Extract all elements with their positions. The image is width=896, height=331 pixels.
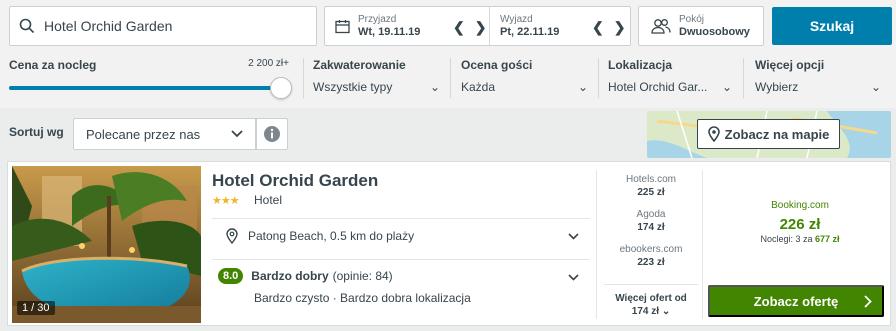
more-options-filter[interactable]: Więcej opcji Wybierz ⌄ [755,58,881,94]
offer-provider: Agoda [636,209,666,220]
best-offer-price: 226 zł [779,216,821,233]
hotel-photo-image [12,166,201,323]
best-offer[interactable]: Booking.com 226 zł Noclegi: 3 za 677 zł [708,200,892,244]
chevron-right-icon [864,295,872,311]
filter-divider [743,58,744,98]
offer-price: 225 zł [637,187,665,198]
hotel-photo[interactable]: 1 / 30 [12,166,201,323]
info-icon [263,125,281,143]
rating-filter-value: Każda [461,80,496,94]
chevron-down-icon: ⌄ [577,80,588,94]
checkin-value: Wt, 19.11.19 [358,25,421,38]
price-filter-label: Cena za nocleg [9,58,97,72]
checkin-field[interactable]: Przyjazd Wt, 19.11.19 ❮❯ [325,7,490,45]
rooms-value: Dwuosobowy [679,25,750,38]
rating-filter[interactable]: Ocena gości Każda ⌄ [461,58,588,94]
search-header: Hotel Orchid Garden Przyjazd Wt, 19.11.1… [0,0,896,108]
offer-row[interactable]: Hotels.com 225 zł [600,174,702,198]
sort-value: Polecane przez nas [86,126,201,142]
destination-value: Hotel Orchid Garden [44,18,173,34]
view-deal-button[interactable]: Zobacz ofertę [708,285,884,317]
chevron-down-icon: ⌄ [429,80,440,94]
checkout-field[interactable]: Wyjazd Pt, 22.11.19 ❮❯ [490,7,630,45]
prev-day-icon[interactable]: ❮ [592,19,614,35]
rooms-label: Pokój [679,13,705,25]
nights-total: 677 zł [815,234,840,244]
chevron-down-icon[interactable] [568,272,579,284]
more-options-value: Wybierz [755,80,799,94]
location-pin-icon [226,228,238,244]
hotel-location: Patong Beach, 0.5 km do plaży [248,229,415,243]
guests-icon [651,18,671,34]
view-map-button[interactable]: Zobacz na mapie [697,119,840,149]
rooms-field[interactable]: Pokój Dwuosobowy [638,6,764,46]
sort-label: Sortuj wg [9,125,64,139]
more-offers-button[interactable]: Więcej ofert od 174 zł ⌄ [600,292,702,318]
chevron-down-icon [231,130,243,138]
chevron-down-icon: ⌄ [870,80,881,94]
location-filter-value: Hotel Orchid Gar... [608,80,708,94]
search-button[interactable]: Szukaj [772,7,892,45]
offer-row[interactable]: ebookers.com 223 zł [600,244,702,268]
nights-label: Noclegi: 3 za [760,234,813,244]
filter-divider [450,58,451,98]
price-slider-handle[interactable] [270,77,292,99]
offer-row[interactable]: Agoda 174 zł [600,209,702,233]
more-options-label: Więcej opcji [755,58,825,72]
accommodation-value: Wszystkie typy [313,80,393,94]
filter-divider [598,58,599,98]
checkout-stepper[interactable]: ❮❯ [592,19,635,36]
date-picker[interactable]: Przyjazd Wt, 19.11.19 ❮❯ Wyjazd Pt, 22.1… [324,6,631,46]
section-divider [212,218,590,219]
hotel-location-row[interactable]: Patong Beach, 0.5 km do plaży [226,228,414,244]
next-day-icon[interactable]: ❯ [614,19,636,35]
hotel-rating-row[interactable]: 8.0 Bardzo dobry (opinie: 84) [218,268,393,284]
checkout-label: Wyjazd [500,13,533,25]
rating-filter-label: Ocena gości [461,58,533,72]
hotel-name[interactable]: Hotel Orchid Garden [212,171,378,191]
checkout-value: Pt, 22.11.19 [500,25,560,38]
offer-price: 174 zł [637,222,665,233]
offer-price: 223 zł [637,257,665,268]
more-offers-label: Więcej ofert od [615,293,687,304]
checkin-label: Przyjazd [358,13,397,25]
rating-score-badge: 8.0 [218,268,244,284]
offer-provider: Hotels.com [625,174,676,185]
offers-divider [604,284,698,285]
column-divider [596,170,597,319]
chevron-down-icon: ⌄ [661,306,671,317]
hotel-type: Hotel [254,193,283,207]
sort-info-button[interactable] [256,118,288,150]
map-pin-icon [707,126,720,142]
rating-text: Bardzo dobry [251,269,329,283]
search-icon [10,18,44,34]
rating-highlights: Bardzo czysto · Bardzo dobra lokalizacja [254,291,471,305]
hotel-result-card: 1 / 30 Hotel Orchid Garden ★★★ Hotel Pat… [7,161,891,326]
view-deal-label: Zobacz ofertę [753,293,839,309]
best-offer-provider: Booking.com [771,200,829,211]
section-divider [212,259,590,260]
sort-select[interactable]: Polecane przez nas [73,118,256,150]
location-filter-label: Lokalizacja [608,58,673,72]
price-filter: Cena za nocleg 2 200 zł+ [9,58,291,72]
column-divider [702,170,703,319]
price-slider-track[interactable] [9,86,281,90]
hotel-stars: ★★★ [212,195,240,207]
photo-counter: 1 / 30 [17,301,55,315]
calendar-icon [335,19,350,34]
view-map-label: Zobacz na mapie [724,126,830,142]
accommodation-filter[interactable]: Zakwaterowanie Wszystkie typy ⌄ [313,58,440,94]
rating-count: (opinie: 84) [332,269,393,283]
more-offers-price: 174 zł [631,306,660,317]
offer-provider: ebookers.com [619,244,683,255]
accommodation-label: Zakwaterowanie [313,58,406,72]
price-max-value: 2 200 zł+ [248,58,289,69]
chevron-down-icon: ⌄ [721,80,732,94]
prev-day-icon[interactable]: ❮ [453,19,475,35]
chevron-down-icon[interactable] [568,231,579,243]
destination-search-field[interactable]: Hotel Orchid Garden [9,6,317,46]
location-filter[interactable]: Lokalizacja Hotel Orchid Gar... ⌄ [608,58,732,94]
map-preview[interactable]: Zobacz na mapie [647,111,891,158]
filter-divider [303,58,304,98]
